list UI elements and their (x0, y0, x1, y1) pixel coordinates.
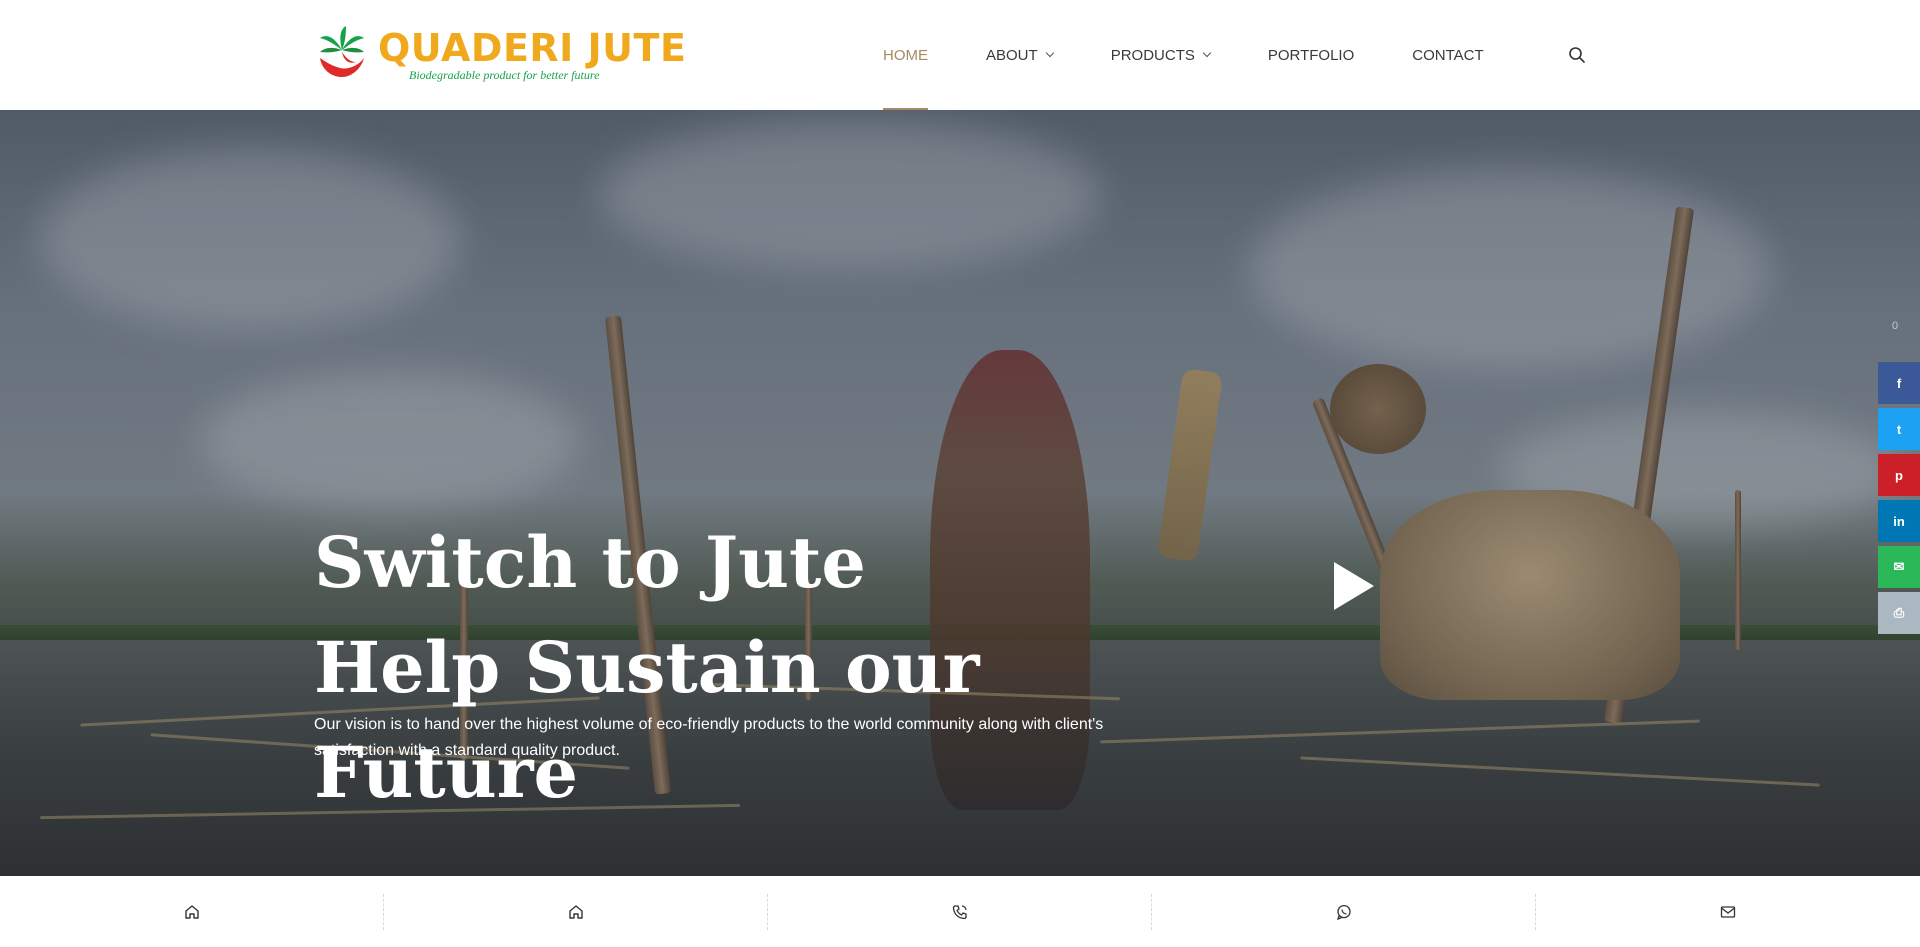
pinterest-icon[interactable]: p (1878, 454, 1920, 496)
hero-description: Our vision is to hand over the highest v… (314, 716, 1104, 759)
email-icon[interactable]: ✉ (1878, 546, 1920, 588)
headline-line: Switch to Jute (314, 521, 866, 604)
nav-item-products[interactable]: PRODUCTS (1110, 0, 1212, 110)
chevron-down-icon (1202, 48, 1212, 58)
hero-headline: Switch to Jute Help Sustain our Future (314, 510, 1114, 825)
facebook-icon[interactable]: f (1878, 362, 1920, 404)
phone-icon (952, 904, 967, 919)
headline-line: Help Sustain our (314, 626, 980, 709)
bottom-bar-phone[interactable] (768, 876, 1152, 947)
search-icon[interactable] (1568, 46, 1586, 64)
home-icon (185, 904, 199, 919)
nav-item-label: ABOUT (986, 46, 1038, 64)
nav-item-about[interactable]: ABOUT (986, 0, 1054, 110)
nav-item-contact[interactable]: CONTACT (1412, 0, 1483, 110)
main-nav: HOME ABOUT PRODUCTS PORTFOLIO CONTACT (883, 0, 1542, 110)
bottom-bar-mail[interactable] (1536, 876, 1920, 947)
share-count: 0 (1892, 320, 1899, 332)
logo-mark-icon (320, 26, 364, 78)
nav-item-label: CONTACT (1412, 46, 1484, 64)
nav-item-home[interactable]: HOME (883, 0, 928, 110)
bottom-bar-whatsapp[interactable] (1152, 876, 1536, 947)
nav-item-label: PORTFOLIO (1267, 46, 1355, 64)
print-icon[interactable]: ⎙ (1878, 592, 1920, 634)
mail-icon (1720, 905, 1736, 918)
whatsapp-icon (1336, 904, 1351, 920)
site-header: QUADERI JUTE Biodegradable product for b… (0, 0, 1920, 110)
brand-logo[interactable]: QUADERI JUTE Biodegradable product for b… (316, 26, 686, 86)
brand-name: QUADERI JUTE (378, 26, 687, 70)
nav-item-label: PRODUCTS (1110, 46, 1195, 64)
brand-tagline: Biodegradable product for better future (409, 68, 600, 82)
bottom-bar-location[interactable] (384, 876, 768, 947)
twitter-icon[interactable]: t (1878, 408, 1920, 450)
bottom-contact-bar (0, 876, 1920, 947)
linkedin-icon[interactable]: in (1878, 500, 1920, 542)
chevron-down-icon (1045, 48, 1054, 58)
play-icon[interactable] (1330, 560, 1376, 612)
bottom-bar-home[interactable] (0, 876, 384, 947)
nav-item-label: HOME (883, 46, 928, 64)
nav-item-portfolio[interactable]: PORTFOLIO (1268, 0, 1354, 110)
home-icon (569, 904, 583, 919)
social-share-bar: f t p in ✉ ⎙ (1878, 362, 1920, 638)
